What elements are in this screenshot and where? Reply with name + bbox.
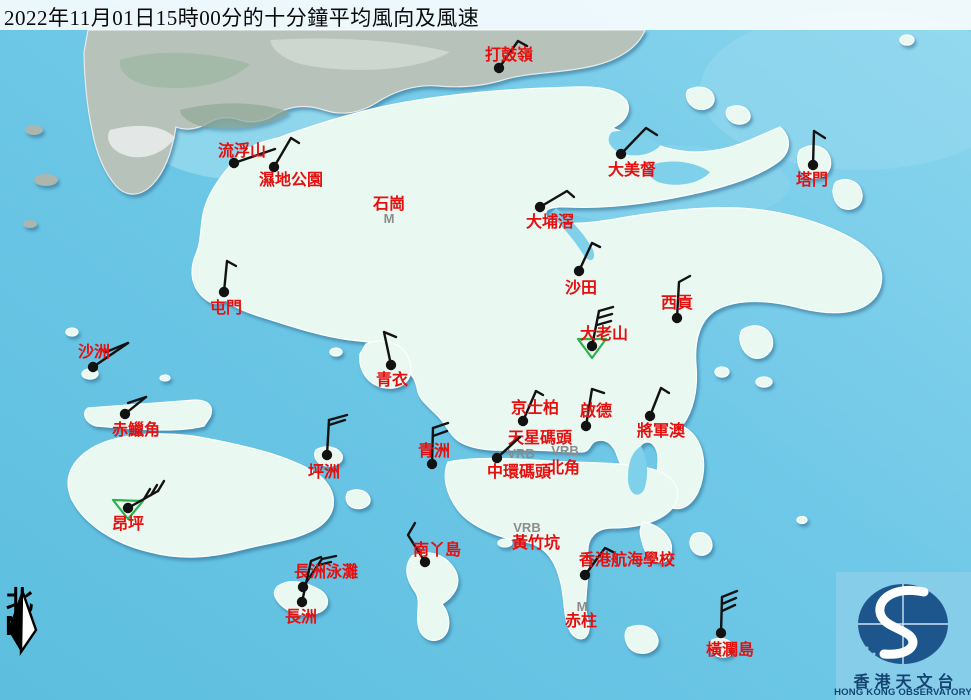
station-dot	[808, 160, 818, 170]
station-label: 大埔滘	[526, 212, 574, 231]
station-dot	[581, 421, 591, 431]
shelter-islet-2	[756, 377, 772, 387]
title-bar: 2022年11月01日15時00分的十分鐘平均風向及風速	[0, 0, 971, 30]
hei-ling-chau	[346, 490, 370, 509]
no-data-marker: M	[577, 599, 588, 614]
station-label: 沙洲	[78, 343, 110, 361]
logo-dot-1	[931, 589, 934, 592]
station-dot	[580, 570, 590, 580]
station-dot	[297, 597, 307, 607]
logo-dot-2	[938, 595, 941, 598]
hko-logo: 香港天文台 HONG KONG OBSERVATORY	[836, 572, 971, 700]
station-label: 青洲	[418, 441, 450, 460]
wind-barb	[721, 597, 722, 633]
station-label: 昂坪	[112, 515, 144, 533]
hko-logo-mark	[836, 572, 971, 667]
station-label: 南丫島	[413, 540, 461, 559]
station-dot	[120, 409, 130, 419]
station-dot	[322, 450, 332, 460]
station-label: 流浮山	[218, 141, 266, 160]
station-label: 香港航海學校	[578, 550, 676, 569]
station-dot	[672, 313, 682, 323]
wind-map: 打鼓嶺流浮山濕地公園M石崗大美督塔門大埔滘沙田西貢大老山屯門沙洲赤鱲角青衣青洲京…	[0, 0, 971, 700]
station-north-point: VRB北角	[548, 443, 580, 477]
station-label: 青衣	[376, 370, 408, 389]
station-label: 中環碼頭	[487, 462, 552, 481]
logo-dot-3	[873, 653, 876, 656]
station-label: 屯門	[210, 298, 242, 317]
station-dot	[427, 459, 437, 469]
station-label: 長洲	[285, 608, 317, 626]
station-dot	[716, 628, 726, 638]
no-data-marker: VRB	[513, 520, 540, 535]
needle-right-half	[21, 590, 36, 652]
compass: 北 N	[2, 588, 46, 637]
station-label: 黃竹坑	[511, 533, 560, 552]
station-label: 西貢	[661, 294, 693, 312]
station-label: 坪洲	[308, 463, 340, 481]
station-label: 塔門	[796, 170, 828, 189]
shekou-islet-2	[34, 174, 58, 186]
station-dot	[88, 362, 98, 372]
station-label: 赤柱	[565, 611, 597, 630]
no-data-marker: VRB	[507, 446, 534, 461]
station-label: 大美督	[608, 160, 656, 179]
lung-kwu-chau-islet	[66, 328, 78, 336]
port-island	[833, 180, 862, 210]
ap-lei-chau-islet	[498, 539, 512, 547]
station-label: 北角	[548, 458, 580, 477]
shelter-islet-1	[715, 367, 729, 377]
no-data-marker: M	[384, 211, 395, 226]
station-label: 沙田	[565, 279, 597, 297]
station-label: 長洲泳灘	[294, 562, 358, 581]
station-dot	[386, 360, 396, 370]
station-dot	[494, 63, 504, 73]
station-label: 京士柏	[511, 398, 559, 417]
station-label: 大老山	[580, 324, 628, 343]
shekou-islet-3	[23, 220, 37, 228]
logo-dot-4	[866, 647, 869, 650]
map-title: 2022年11月01日15時00分的十分鐘平均風向及風速	[4, 2, 479, 32]
station-dot	[518, 416, 528, 426]
shekou-islet-1	[25, 125, 43, 135]
station-dot	[492, 453, 502, 463]
station-label: 將軍澳	[637, 421, 686, 440]
brothers-islet	[160, 375, 170, 381]
station-dot	[616, 149, 626, 159]
station-label: 赤鱲角	[112, 420, 160, 439]
station-label: 濕地公園	[259, 170, 323, 189]
no-data-marker: VRB	[551, 443, 578, 458]
station-dot	[574, 266, 584, 276]
ninepin-islet	[797, 517, 807, 524]
station-dot	[535, 202, 545, 212]
station-dot	[645, 411, 655, 421]
mirs-bay-islet	[900, 35, 914, 45]
station-label: 石崗	[372, 194, 405, 213]
hko-name-english: HONG KONG OBSERVATORY	[818, 687, 971, 698]
station-label: 橫瀾島	[706, 640, 754, 659]
station-dot	[219, 287, 229, 297]
map-canvas: 打鼓嶺流浮山濕地公園M石崗大美督塔門大埔滘沙田西貢大老山屯門沙洲赤鱲角青衣青洲京…	[0, 0, 971, 700]
tung-lung-chau	[690, 533, 712, 555]
station-label: 啟德	[580, 401, 612, 420]
station-label: 打鼓嶺	[485, 45, 533, 64]
ma-wan-islet	[330, 348, 342, 356]
compass-needle	[2, 588, 46, 658]
station-dot	[269, 162, 279, 172]
station-dot	[123, 503, 133, 513]
needle-left-half	[8, 590, 22, 652]
